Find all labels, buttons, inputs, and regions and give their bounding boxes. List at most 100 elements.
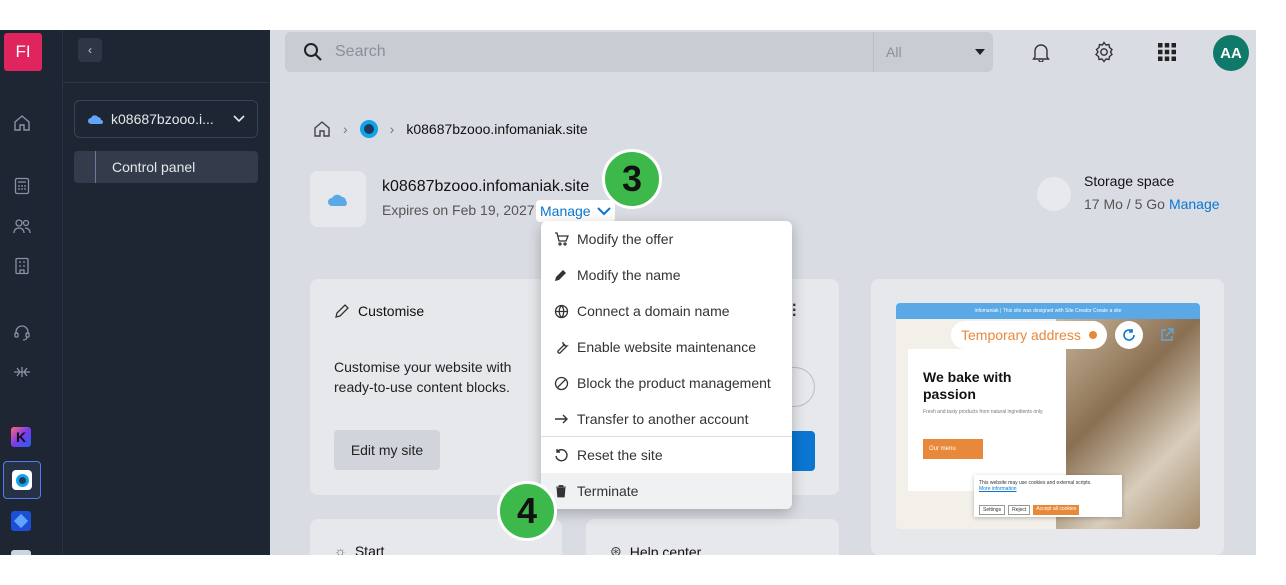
menu-item-label: Block the product management [577, 375, 771, 391]
external-link-icon [1161, 328, 1174, 341]
bell-icon[interactable] [1028, 39, 1054, 65]
manage-label: Manage [540, 203, 591, 219]
sidebar-divider [62, 82, 270, 83]
preview-menu-button: Our menu [923, 439, 983, 459]
organization-badge[interactable]: FI [4, 33, 42, 71]
apps-grid-icon[interactable] [1154, 39, 1180, 65]
search-scope-value: All [886, 44, 902, 60]
storage-title: Storage space [1084, 173, 1175, 189]
preview-banner: infomaniak | This site was designed with… [896, 303, 1200, 319]
status-dot-icon [1088, 331, 1097, 339]
block-icon [553, 375, 569, 391]
refresh-icon [1123, 329, 1135, 341]
menu-item-label: Reset the site [577, 447, 663, 463]
avatar[interactable]: AA [1213, 35, 1249, 71]
globe-icon [553, 303, 569, 319]
cookie-accept: Accept all cookies [1033, 505, 1080, 515]
menu-item-label: Transfer to another account [577, 411, 749, 427]
customise-text: Customise your website with ready-to-use… [334, 359, 512, 395]
more-options-icon[interactable]: · · · [792, 298, 797, 324]
storage-manage-link[interactable]: Manage [1169, 196, 1220, 212]
users-icon[interactable] [11, 215, 33, 237]
menu-item-modify-offer[interactable]: Modify the offer [541, 221, 792, 257]
menu-item-label: Terminate [577, 483, 639, 499]
cookie-reject: Reject [1008, 505, 1031, 515]
start-heading: ☼ Start [334, 543, 384, 555]
search-icon [304, 43, 322, 61]
trash-icon [553, 483, 569, 499]
customise-heading: Customise [334, 303, 424, 319]
sidebar-item-control-panel[interactable]: Control panel [74, 151, 258, 183]
cube-product-icon[interactable] [11, 511, 31, 531]
cart-icon [553, 231, 569, 247]
step-badge-4: 4 [497, 481, 557, 541]
chevron-down-icon [596, 206, 611, 215]
product-selector-label: k08687bzooo.i... [111, 111, 214, 127]
step-badge-3: 3 [602, 149, 662, 209]
preview-subtext: Fresh and tasty products from natural in… [923, 409, 1044, 415]
cloud-icon [328, 194, 347, 206]
building-icon[interactable] [11, 255, 33, 277]
pencil-icon [335, 304, 349, 318]
network-icon[interactable] [11, 361, 33, 383]
sidebar-item-label: Control panel [112, 159, 196, 175]
product-selector[interactable]: k08687bzooo.i... [74, 100, 258, 138]
page-title: k08687bzooo.infomaniak.site [382, 178, 590, 195]
manage-dropdown-menu: Modify the offer Modify the name Connect… [541, 221, 792, 509]
app-window: FI K ‹ k08687bzooo.i... Control panel Se… [0, 30, 1256, 555]
menu-item-modify-name[interactable]: Modify the name [541, 257, 792, 293]
web-product-icon[interactable] [3, 461, 41, 499]
search-input[interactable]: Search [285, 32, 873, 72]
breadcrumb: › › k08687bzooo.infomaniak.site [313, 118, 588, 140]
more-product-icon[interactable] [11, 550, 31, 555]
collapse-sidebar-button[interactable]: ‹ [78, 38, 102, 62]
expiry-text: Expires on Feb 19, 2027 [382, 202, 535, 218]
gear-icon[interactable] [1091, 39, 1117, 65]
menu-item-block-management[interactable]: Block the product management [541, 365, 792, 401]
menu-item-connect-domain[interactable]: Connect a domain name [541, 293, 792, 329]
customise-title: Customise [358, 303, 425, 319]
storage-value: 17 Mo / 5 Go Manage [1084, 196, 1220, 212]
cloud-icon [88, 115, 103, 124]
menu-item-label: Connect a domain name [577, 303, 730, 319]
open-preview-button[interactable] [1153, 321, 1181, 349]
temporary-address-badge[interactable]: Temporary address [951, 321, 1107, 349]
calculator-icon[interactable] [11, 175, 33, 197]
web-product-breadcrumb-icon[interactable] [359, 120, 378, 138]
preview-headline: We bake with passion [923, 369, 1012, 402]
breadcrumb-current: k08687bzooo.infomaniak.site [406, 121, 588, 137]
help-center-heading: ⊛ Help center [610, 543, 701, 555]
chevron-down-icon [233, 115, 245, 123]
preview-menu-label: Our menu [929, 446, 956, 452]
help-center-title: Help center [629, 543, 702, 556]
kchat-product-icon[interactable]: K [11, 427, 31, 447]
breadcrumb-separator-icon: › [389, 121, 395, 137]
menu-item-transfer[interactable]: Transfer to another account [541, 401, 792, 437]
reset-icon [553, 447, 569, 463]
menu-item-label: Modify the name [577, 267, 681, 283]
icon-rail: FI K [0, 30, 62, 555]
home-breadcrumb-icon[interactable] [313, 120, 331, 138]
menu-item-label: Modify the offer [577, 231, 674, 247]
search-placeholder: Search [335, 43, 386, 60]
manage-dropdown-button[interactable]: Manage [536, 200, 615, 222]
pencil-icon [553, 267, 569, 283]
breadcrumb-separator-icon: › [343, 121, 348, 137]
temporary-address-label: Temporary address [961, 327, 1081, 343]
cookie-link: More information [979, 486, 1017, 492]
headset-icon[interactable] [11, 321, 33, 343]
menu-item-maintenance[interactable]: Enable website maintenance [541, 329, 792, 365]
edit-site-button[interactable]: Edit my site [334, 430, 440, 470]
search-scope-select[interactable]: All [873, 32, 993, 72]
arrow-right-icon [553, 411, 569, 427]
home-icon[interactable] [11, 112, 33, 134]
menu-item-reset-site[interactable]: Reset the site [541, 437, 792, 473]
wrench-icon [553, 339, 569, 355]
chevron-left-icon: ‹ [88, 43, 92, 57]
menu-item-label: Enable website maintenance [577, 339, 757, 355]
start-title: Start [354, 543, 385, 555]
refresh-preview-button[interactable] [1115, 321, 1143, 349]
menu-item-terminate[interactable]: Terminate [541, 473, 792, 509]
lifebuoy-icon: ⊛ [610, 543, 622, 555]
site-product-icon [310, 171, 366, 227]
